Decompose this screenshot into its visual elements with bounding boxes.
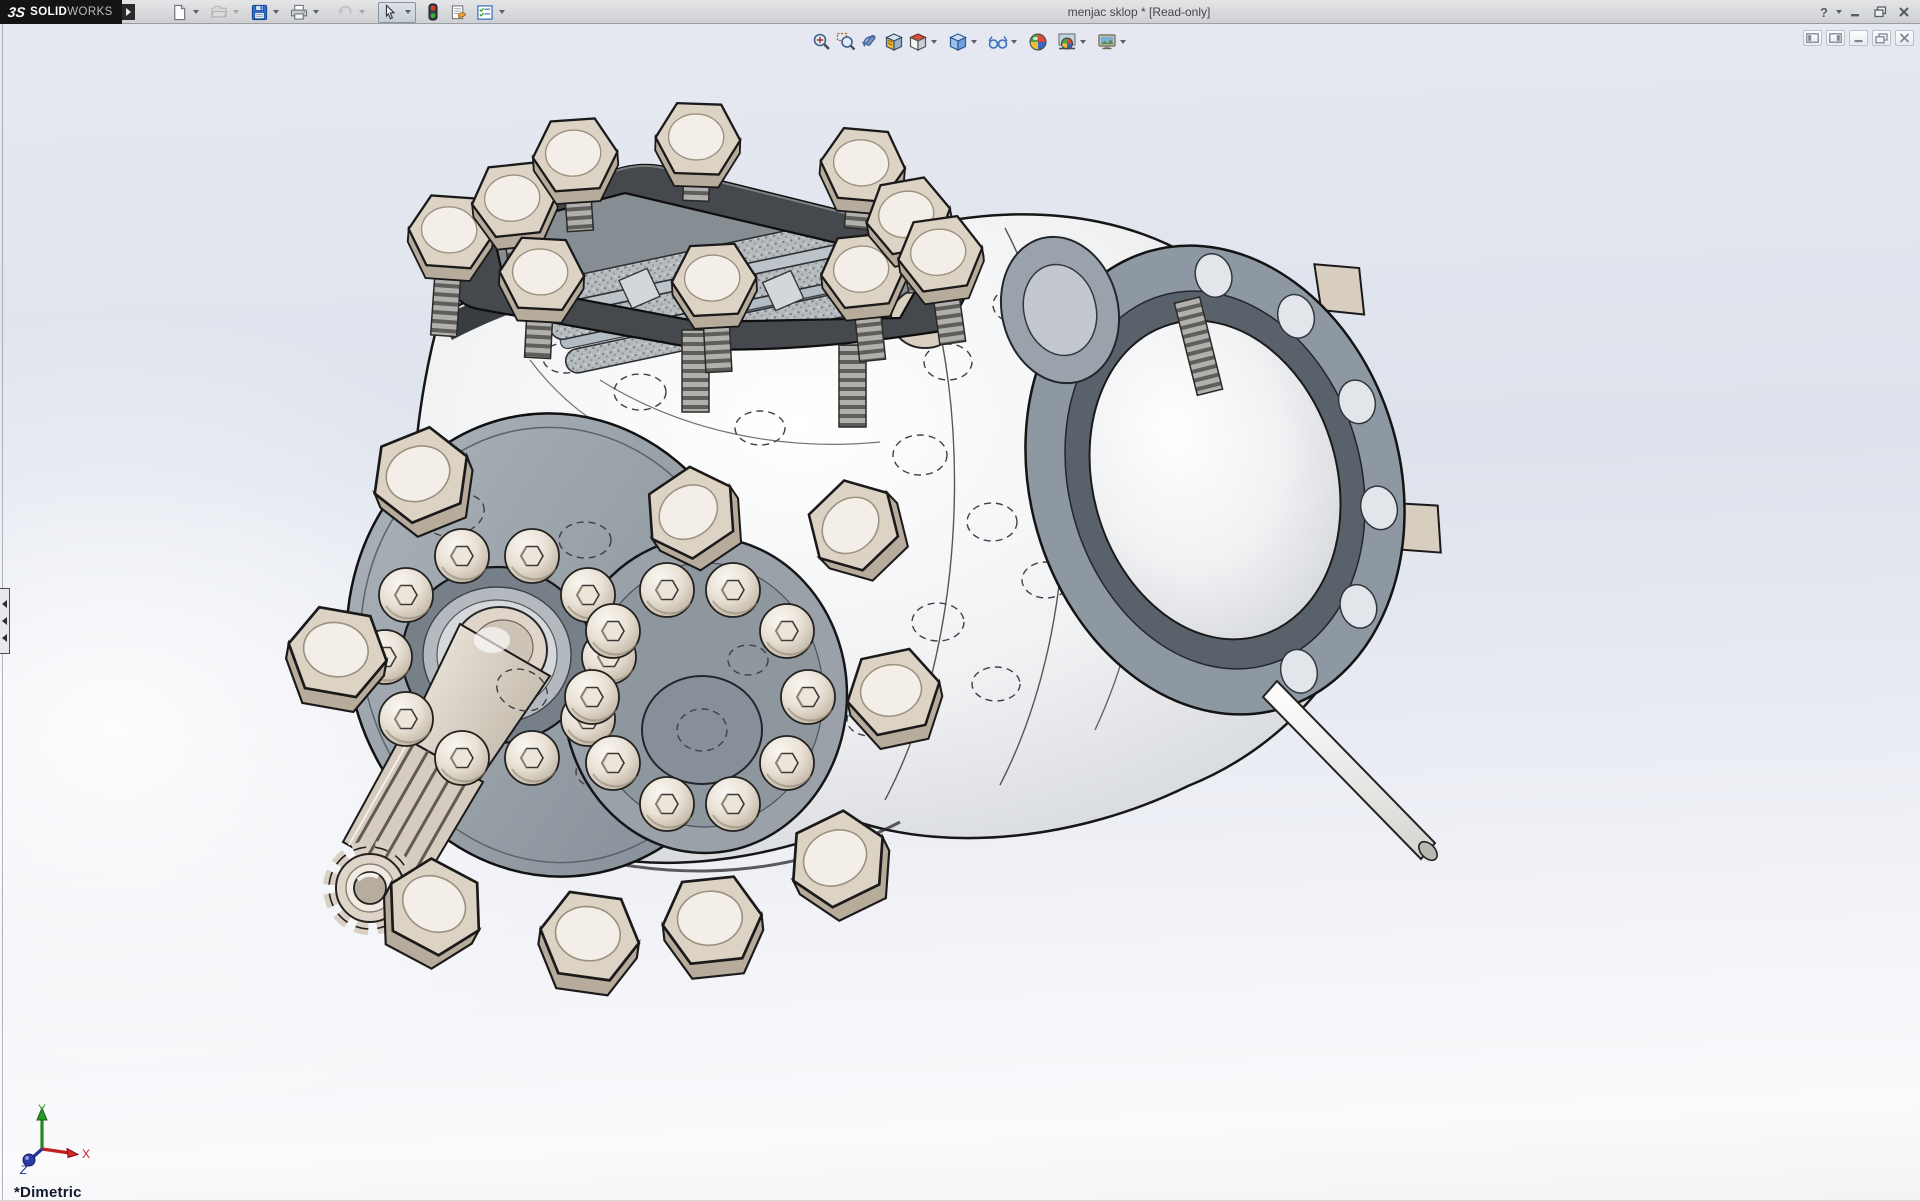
color-ball-icon <box>1028 32 1048 52</box>
3ds-logo-glyph: 3S <box>7 4 26 20</box>
triad-x-label: X <box>82 1147 90 1161</box>
select-dropdown-caret[interactable] <box>405 10 411 14</box>
window-title: menjac sklop * [Read-only] <box>1039 0 1239 24</box>
feature-panel-collapsed-tab[interactable] <box>0 588 10 654</box>
eyeglasses-icon <box>987 32 1009 52</box>
split-pane-right-icon <box>1829 33 1842 43</box>
new-document-icon <box>171 4 188 21</box>
view-orientation-caret[interactable] <box>931 40 937 44</box>
restore-document-icon <box>1875 33 1888 44</box>
gearbox-3d-model[interactable] <box>0 24 1920 1200</box>
apply-scene-button[interactable] <box>1055 31 1079 53</box>
select-cursor-icon <box>382 4 398 21</box>
minimize-document-icon <box>1853 33 1865 43</box>
print-dropdown-caret[interactable] <box>313 10 319 14</box>
brand-name: SOLIDWORKS <box>30 6 113 18</box>
scene-ball-icon <box>1057 32 1077 52</box>
triad-z-label: Z <box>19 1163 28 1177</box>
options-checklist-icon <box>476 4 494 21</box>
new-dropdown-caret[interactable] <box>193 10 199 14</box>
minimize-icon <box>1850 6 1862 18</box>
view-cube-icon <box>908 32 928 52</box>
hide-show-items-button[interactable] <box>986 31 1010 53</box>
print-button[interactable] <box>288 2 310 22</box>
file-properties-button[interactable] <box>448 2 470 22</box>
file-properties-icon <box>450 4 468 21</box>
section-view-button[interactable] <box>882 31 906 53</box>
previous-view-button[interactable] <box>858 31 882 53</box>
view-orientation-label: *Dimetric <box>14 1184 82 1201</box>
display-style-button[interactable] <box>946 31 970 53</box>
apply-scene-caret[interactable] <box>1080 40 1086 44</box>
close-document-button[interactable] <box>1895 30 1914 46</box>
zoom-to-area-button[interactable] <box>834 31 858 53</box>
minimize-button[interactable] <box>1846 3 1866 21</box>
open-folder-icon <box>210 4 228 21</box>
help-button[interactable]: ? <box>1814 3 1834 21</box>
display-style-cube-icon <box>948 32 968 52</box>
help-glyph: ? <box>1820 5 1828 20</box>
zoom-fit-icon <box>812 32 832 52</box>
selector-rod[interactable] <box>1263 681 1441 864</box>
menu-expand-arrow-icon[interactable] <box>122 4 135 20</box>
split-pane-right-button[interactable] <box>1826 30 1845 46</box>
restore-document-button[interactable] <box>1872 30 1891 46</box>
graphics-viewport[interactable]: Y X Z *Dimetric <box>0 24 1920 1200</box>
undo-arrow-icon <box>336 4 354 21</box>
open-dropdown-caret[interactable] <box>233 10 239 14</box>
view-settings-caret[interactable] <box>1120 40 1126 44</box>
solidworks-logo[interactable]: 3S SOLIDWORKS <box>0 0 122 24</box>
undo-dropdown-caret[interactable] <box>359 10 365 14</box>
printer-icon <box>290 4 308 21</box>
standard-toolbar <box>168 1 514 23</box>
split-pane-left-button[interactable] <box>1803 30 1822 46</box>
view-orientation-button[interactable] <box>906 31 930 53</box>
section-view-icon <box>884 32 904 52</box>
options-dropdown-caret[interactable] <box>499 10 505 14</box>
title-bar: 3S SOLIDWORKS <box>0 0 1920 24</box>
window-controls: ? <box>1814 0 1914 24</box>
save-dropdown-caret[interactable] <box>273 10 279 14</box>
select-tool-control <box>378 2 416 23</box>
rebuild-button[interactable] <box>422 2 444 22</box>
collapse-arrow-icon <box>2 634 7 642</box>
restore-icon <box>1874 6 1887 18</box>
reference-triad: Y X Z <box>8 1102 94 1182</box>
select-button[interactable] <box>379 3 401 22</box>
brand-name-light: WORKS <box>67 6 112 18</box>
monitor-icon <box>1097 32 1117 52</box>
hide-show-items-caret[interactable] <box>1011 40 1017 44</box>
split-pane-left-icon <box>1806 33 1819 43</box>
previous-view-icon <box>860 32 880 52</box>
display-style-caret[interactable] <box>971 40 977 44</box>
brand-name-bold: SOLID <box>30 6 67 18</box>
view-settings-button[interactable] <box>1095 31 1119 53</box>
options-button[interactable] <box>474 2 496 22</box>
new-document-button[interactable] <box>168 2 190 22</box>
save-button[interactable] <box>248 2 270 22</box>
save-floppy-icon <box>251 4 268 21</box>
traffic-light-icon <box>427 3 439 21</box>
close-document-icon <box>1899 33 1910 43</box>
close-button[interactable] <box>1894 3 1914 21</box>
close-icon <box>1898 6 1910 18</box>
help-dropdown-caret[interactable] <box>1836 10 1842 14</box>
heads-up-view-toolbar <box>810 30 1130 54</box>
document-window-controls <box>1803 30 1914 46</box>
zoom-area-icon <box>836 32 856 52</box>
undo-button[interactable] <box>334 2 356 22</box>
collapse-arrow-icon <box>2 600 7 608</box>
collapse-arrow-icon <box>2 617 7 625</box>
triad-y-label: Y <box>38 1102 46 1116</box>
edit-appearance-button[interactable] <box>1026 31 1050 53</box>
minimize-document-button[interactable] <box>1849 30 1868 46</box>
open-button[interactable] <box>208 2 230 22</box>
zoom-to-fit-button[interactable] <box>810 31 834 53</box>
restore-button[interactable] <box>1870 3 1890 21</box>
